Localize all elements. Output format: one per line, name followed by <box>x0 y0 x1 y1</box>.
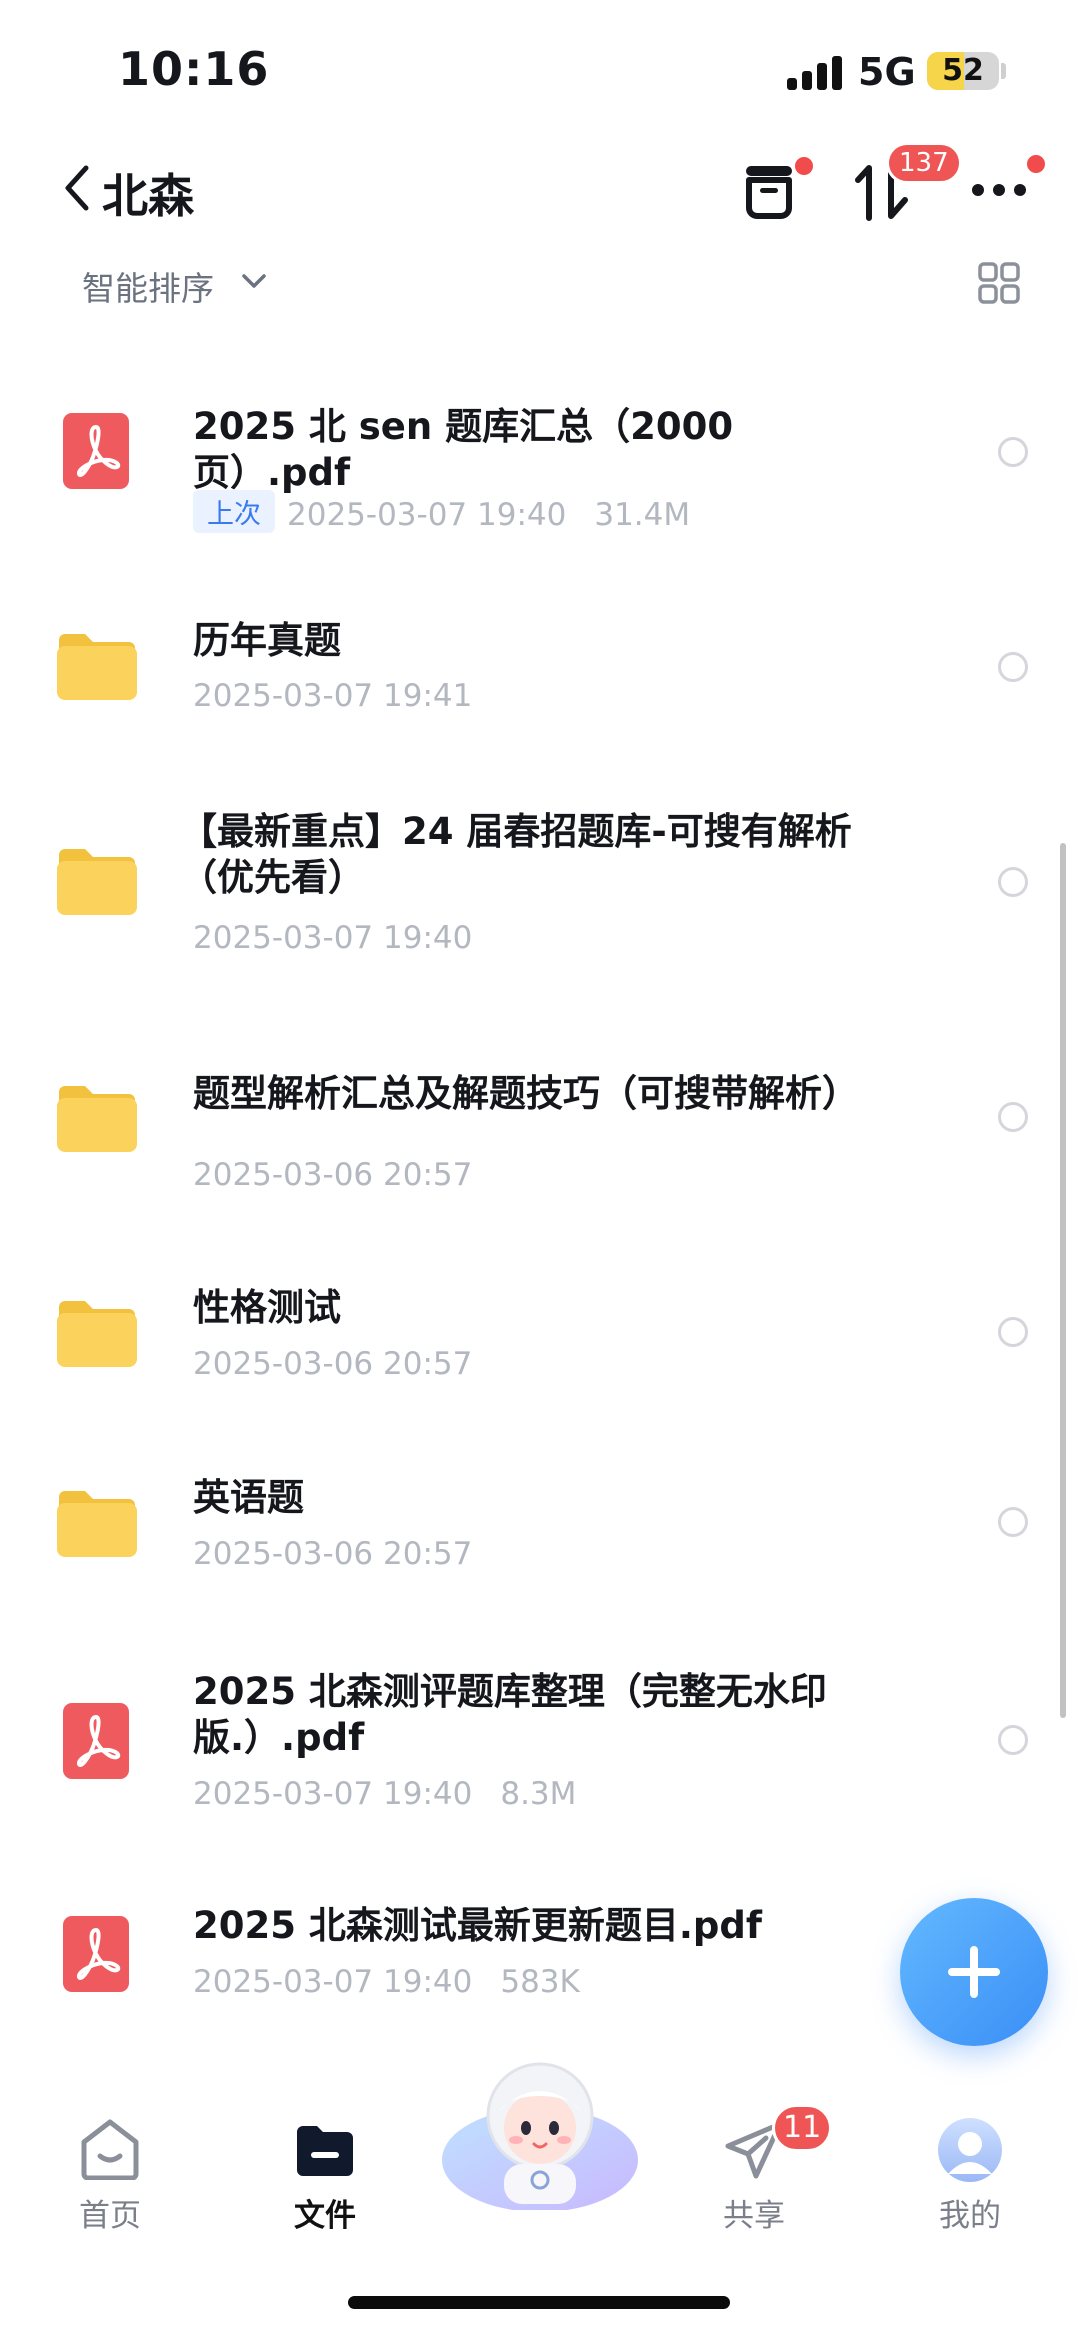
select-radio[interactable] <box>998 1507 1028 1537</box>
select-radio[interactable] <box>998 1317 1028 1347</box>
folder-date: 2025-03-07 19:41 <box>193 678 473 714</box>
battery-tip <box>1001 63 1006 79</box>
mascot-avatar-icon <box>442 2062 638 2210</box>
file-date: 2025-03-07 19:40 <box>287 497 567 533</box>
scrollbar[interactable] <box>1060 843 1066 1718</box>
file-name: 2025 北森测评题库整理（完整无水印版.）.pdf <box>193 1670 827 1759</box>
select-radio[interactable] <box>998 1102 1028 1132</box>
tab-files-label: 文件 <box>294 2198 356 2234</box>
folder-date: 2025-03-06 20:57 <box>193 1157 473 1193</box>
pdf-file-icon <box>63 1916 129 1992</box>
battery-icon: 52 <box>927 52 999 90</box>
plus-icon <box>948 1946 1000 1998</box>
last-opened-tag: 上次 <box>193 490 275 533</box>
file-size: 31.4M <box>594 497 691 533</box>
folder-date: 2025-03-06 20:57 <box>193 1346 473 1382</box>
sort-selector[interactable]: 智能排序 <box>82 262 214 310</box>
folder-date: 2025-03-06 20:57 <box>193 1536 473 1572</box>
archive-notification-dot <box>792 154 816 178</box>
home-indicator <box>348 2296 730 2309</box>
folder-icon <box>57 634 137 700</box>
file-date: 2025-03-07 19:40 <box>193 1964 473 2000</box>
more-notification-dot <box>1024 152 1048 176</box>
transfer-count-badge: 137 <box>886 142 962 184</box>
pdf-file-icon <box>63 413 129 489</box>
folder-name: 题型解析汇总及解题技巧（可搜带解析） <box>193 1072 859 1115</box>
select-radio[interactable] <box>998 1725 1028 1755</box>
file-size: 583K <box>500 1964 580 2000</box>
back-arrow-icon[interactable] <box>58 160 98 216</box>
share-count-badge: 11 <box>772 2104 833 2152</box>
file-date: 2025-03-07 19:40 <box>193 1776 473 1812</box>
chevron-down-icon[interactable] <box>240 270 268 292</box>
add-button[interactable] <box>900 1898 1048 2046</box>
network-type: 5G <box>858 50 916 94</box>
archive-box-icon[interactable] <box>738 160 800 222</box>
file-meta: 上次 2025-03-07 19:40 31.4M <box>193 490 690 533</box>
folder-name: 【最新重点】24 届春招题库-可搜有解析（优先看） <box>180 810 852 899</box>
home-icon <box>81 2119 139 2180</box>
status-time: 10:16 <box>118 42 270 96</box>
folder-icon <box>57 1086 137 1152</box>
more-options-icon[interactable] <box>970 180 1028 200</box>
file-name: 2025 北森测试最新更新题目.pdf <box>193 1904 762 1947</box>
folder-icon <box>57 1301 137 1367</box>
select-radio[interactable] <box>998 437 1028 467</box>
folder-name: 性格测试 <box>193 1286 341 1329</box>
tab-home-label: 首页 <box>79 2198 141 2234</box>
battery-percentage: 52 <box>942 53 984 88</box>
user-avatar-icon <box>938 2118 1002 2182</box>
tab-mine-label: 我的 <box>939 2198 1001 2234</box>
files-icon <box>297 2126 353 2176</box>
file-size: 8.3M <box>500 1776 577 1812</box>
pdf-file-icon <box>63 1703 129 1779</box>
select-radio[interactable] <box>998 652 1028 682</box>
file-name: 2025 北 sen 题库汇总（2000 页）.pdf <box>193 405 734 494</box>
tab-share-label: 共享 <box>723 2198 785 2234</box>
folder-name: 英语题 <box>193 1476 304 1519</box>
page-title: 北森 <box>102 169 194 223</box>
status-bar: 10:16 5G 52 <box>0 0 1080 130</box>
folder-icon <box>57 849 137 915</box>
folder-date: 2025-03-07 19:40 <box>193 920 473 956</box>
folder-icon <box>57 1491 137 1557</box>
folder-name: 历年真题 <box>193 619 341 662</box>
grid-view-icon[interactable] <box>978 262 1020 304</box>
select-radio[interactable] <box>998 867 1028 897</box>
cellular-signal-icon <box>787 54 845 90</box>
file-meta: 2025-03-07 19:40 8.3M <box>193 1776 576 1812</box>
file-meta: 2025-03-07 19:40 583K <box>193 1964 580 2000</box>
